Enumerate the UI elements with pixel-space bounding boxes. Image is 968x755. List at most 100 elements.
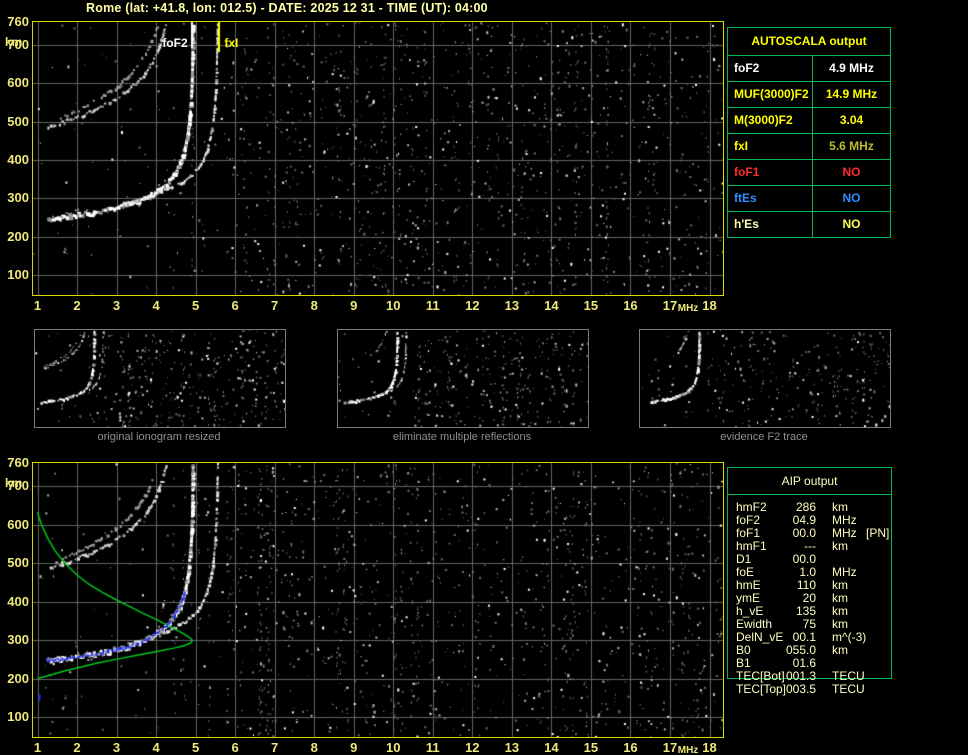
x-tick-label: 11	[425, 740, 440, 755]
x-tick-label: 16	[623, 298, 638, 313]
autoscala-row-value: NO	[812, 160, 890, 185]
x-tick-label: 3	[112, 298, 121, 313]
y-tick-label: 100	[7, 709, 29, 724]
page-title: Rome (lat: +41.8, lon: 012.5) - DATE: 20…	[86, 1, 488, 15]
x-tick-label: 2	[73, 298, 81, 313]
x-tick-label: 8	[310, 740, 318, 755]
x-tick-label: 15	[583, 298, 599, 313]
y-tick-label: 100	[7, 267, 29, 282]
y-tick-label: 400	[7, 593, 29, 609]
x-tick-label: 8	[310, 298, 318, 313]
aip-row-value: 003.5	[785, 682, 816, 696]
autoscala-row: fxI 5.6 MHz	[728, 134, 890, 160]
autoscala-row-label: foF2	[734, 61, 760, 75]
y-axis-unit-label: km	[5, 35, 23, 49]
x-tick-label: 7	[271, 298, 279, 313]
aip-row-unit: km	[832, 643, 848, 657]
autoscala-row: M(3000)F2 3.04	[728, 108, 890, 134]
autoscala-row-value: NO	[812, 212, 890, 238]
x-tick-label: 9	[350, 298, 358, 313]
x-tick-label: 12	[465, 298, 480, 313]
x-tick-label: 18	[702, 298, 717, 313]
aip-row: TEC[Top] 003.5 TECU	[728, 683, 891, 696]
y-tick-label: 600	[7, 75, 29, 91]
y-tick-label: 600	[7, 516, 29, 532]
x-tick-label: 13	[504, 740, 520, 755]
y-tick-label: 200	[7, 228, 29, 244]
x-tick-label: 10	[386, 298, 401, 313]
thumbnail-multiples-canvas	[338, 330, 588, 427]
autoscala-row: MUF(3000)F2 14.9 MHz	[728, 82, 890, 108]
x-tick-label: 14	[544, 298, 559, 313]
x-tick-label: 11	[425, 298, 440, 313]
x-tick-label: 2	[73, 740, 81, 755]
aip-row-note: [PN]	[866, 526, 890, 540]
x-tick-label: 9	[350, 740, 358, 755]
x-tick-label: 7	[271, 740, 279, 755]
autoscala-row-label: foF1	[734, 165, 760, 179]
y-tick-label: 760	[7, 455, 29, 470]
bottom-ionogram-panel	[32, 462, 724, 738]
x-tick-label: 13	[504, 298, 520, 313]
y-tick-label: 200	[7, 670, 29, 686]
autoscala-row-value: 4.9 MHz	[812, 56, 890, 81]
thumbnail-original-canvas	[35, 330, 285, 427]
y-axis-unit-label: km	[5, 476, 23, 490]
x-tick-label: 16	[623, 740, 638, 755]
autoscala-row: ftEs NO	[728, 186, 890, 212]
y-tick-label: 760	[7, 14, 29, 29]
x-tick-label: 15	[583, 740, 599, 755]
x-tick-label: 10	[386, 740, 401, 755]
x-tick-label: 6	[231, 298, 239, 313]
autoscala-row-label: MUF(3000)F2	[734, 87, 809, 101]
x-tick-label: 5	[191, 298, 200, 313]
thumbnail-original	[34, 329, 286, 428]
autoscala-row-label: M(3000)F2	[734, 113, 793, 127]
x-tick-label: 4	[152, 740, 160, 755]
autoscala-row-value: 5.6 MHz	[812, 134, 890, 159]
autoscala-row-value: 14.9 MHz	[812, 82, 890, 107]
bottom-ionogram-canvas	[33, 463, 723, 737]
x-tick-label: 5	[191, 740, 200, 755]
x-tick-label: 3	[112, 740, 121, 755]
top-ionogram-panel: foF2 fxI	[32, 21, 724, 296]
aip-panel: AIP output hmF2 286 km foF2 04.9 MHz foF1 00.0 M…	[727, 467, 892, 696]
autoscala-rows: foF2 4.9 MHz MUF(3000)F2 14.9 MHz M(3000)F2 3…	[728, 56, 890, 238]
x-tick-label: 6	[231, 740, 239, 755]
x-axis-unit-label: MHz	[677, 745, 699, 755]
fxi-marker-label: fxI	[224, 36, 239, 50]
thumbnail-multiples	[337, 329, 589, 428]
thumbnail-original-caption: original ionogram resized	[97, 431, 221, 443]
x-tick-label: 1	[33, 298, 42, 313]
autoscala-row-label: ftEs	[734, 191, 757, 205]
thumbnail-evidence	[639, 329, 891, 428]
thumbnail-evidence-caption: evidence F2 trace	[720, 431, 808, 443]
autoscala-output-screen: Rome (lat: +41.8, lon: 012.5) - DATE: 20…	[0, 0, 968, 755]
autoscala-panel: AUTOSCALA output foF2 4.9 MHz MUF(3000)F2 1…	[727, 27, 891, 238]
x-axis-unit-label: MHz	[677, 303, 699, 314]
aip-row-unit: TECU	[832, 682, 865, 696]
fof2-marker-label: foF2	[162, 36, 188, 50]
y-tick-label: 400	[7, 152, 29, 167]
x-tick-label: 1	[33, 740, 42, 755]
thumbnail-multiples-caption: eliminate multiple reflections	[392, 431, 532, 443]
autoscala-panel-title: AUTOSCALA output	[728, 28, 890, 56]
x-tick-label: 12	[465, 740, 480, 755]
y-tick-label: 300	[7, 632, 29, 648]
aip-panel-title: AIP output	[728, 468, 891, 495]
y-tick-label: 500	[7, 555, 29, 571]
top-ionogram-canvas	[33, 22, 723, 295]
autoscala-row-value: NO	[812, 186, 890, 211]
autoscala-row: foF2 4.9 MHz	[728, 56, 890, 82]
x-tick-label: 14	[544, 740, 559, 755]
y-tick-label: 500	[7, 113, 29, 129]
autoscala-row-value: 3.04	[812, 108, 890, 133]
x-tick-label: 4	[152, 298, 160, 313]
autoscala-row: foF1 NO	[728, 160, 890, 186]
autoscala-row-label: h'Es	[734, 217, 759, 231]
y-tick-label: 300	[7, 190, 29, 206]
autoscala-row: h'Es NO	[728, 212, 890, 238]
x-tick-label: 18	[702, 740, 717, 755]
aip-rows: hmF2 286 km foF2 04.9 MHz foF1 00.0 MHz [PN] hmF1-…	[728, 501, 891, 696]
autoscala-row-label: fxI	[734, 139, 749, 153]
